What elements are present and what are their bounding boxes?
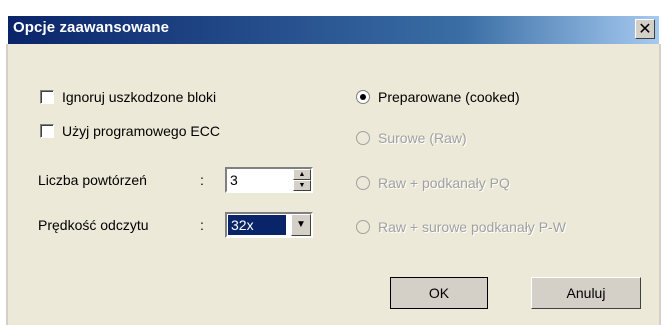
read-speed-value[interactable]: 32x: [228, 215, 286, 235]
software-ecc-option[interactable]: Użyj programowego ECC: [40, 123, 220, 139]
mode-raw-pq-label: Raw + podkanały PQ: [378, 175, 510, 191]
retries-spin-buttons: ▲ ▼: [293, 169, 311, 191]
window-border-right: [659, 44, 661, 325]
software-ecc-label: Użyj programowego ECC: [62, 123, 220, 139]
mode-option-raw: Surowe (Raw): [356, 130, 467, 146]
arrow-up-icon: ▲: [298, 171, 306, 178]
read-speed-select[interactable]: 32x ▼: [225, 212, 313, 238]
title-bar: Opcje zaawansowane ✕: [0, 0, 663, 44]
read-speed-dropdown-button[interactable]: ▼: [291, 214, 311, 236]
mode-option-raw-pw: Raw + surowe podkanały P-W: [356, 219, 566, 235]
ignore-bad-blocks-option[interactable]: Ignoruj uszkodzone bloki: [40, 89, 216, 105]
close-button[interactable]: ✕: [635, 19, 655, 39]
retries-value[interactable]: 3: [230, 172, 238, 188]
retries-label: Liczba powtórzeń: [38, 172, 147, 188]
spin-down-button[interactable]: ▼: [293, 180, 311, 191]
mode-option-raw-pq: Raw + podkanały PQ: [356, 175, 510, 191]
mode-option-cooked[interactable]: Preparowane (cooked): [356, 89, 520, 105]
read-speed-label: Prędkość odczytu: [38, 217, 149, 233]
ignore-bad-blocks-checkbox[interactable]: [40, 90, 54, 104]
mode-raw-label: Surowe (Raw): [378, 130, 467, 146]
mode-cooked-label: Preparowane (cooked): [378, 89, 520, 105]
retries-spinner[interactable]: 3 ▲ ▼: [225, 167, 313, 193]
mode-raw-pq-radio: [356, 176, 370, 190]
mode-raw-radio: [356, 131, 370, 145]
arrow-down-icon: ▼: [298, 182, 306, 189]
window-title: Opcje zaawansowane: [13, 19, 170, 36]
mode-cooked-radio[interactable]: [356, 90, 370, 104]
retries-colon: :: [200, 172, 204, 188]
advanced-options-dialog: Opcje zaawansowane ✕ Ignoruj uszkodzone …: [0, 0, 663, 325]
chevron-down-icon: ▼: [296, 219, 306, 230]
ignore-bad-blocks-label: Ignoruj uszkodzone bloki: [62, 89, 217, 105]
cancel-button[interactable]: Anuluj: [531, 277, 641, 309]
software-ecc-checkbox[interactable]: [40, 124, 54, 138]
mode-raw-pw-radio: [356, 220, 370, 234]
ok-button[interactable]: OK: [390, 277, 488, 309]
close-icon: ✕: [638, 19, 652, 38]
mode-raw-pw-label: Raw + surowe podkanały P-W: [378, 219, 566, 235]
read-speed-colon: :: [200, 217, 204, 233]
spin-up-button[interactable]: ▲: [293, 169, 311, 180]
